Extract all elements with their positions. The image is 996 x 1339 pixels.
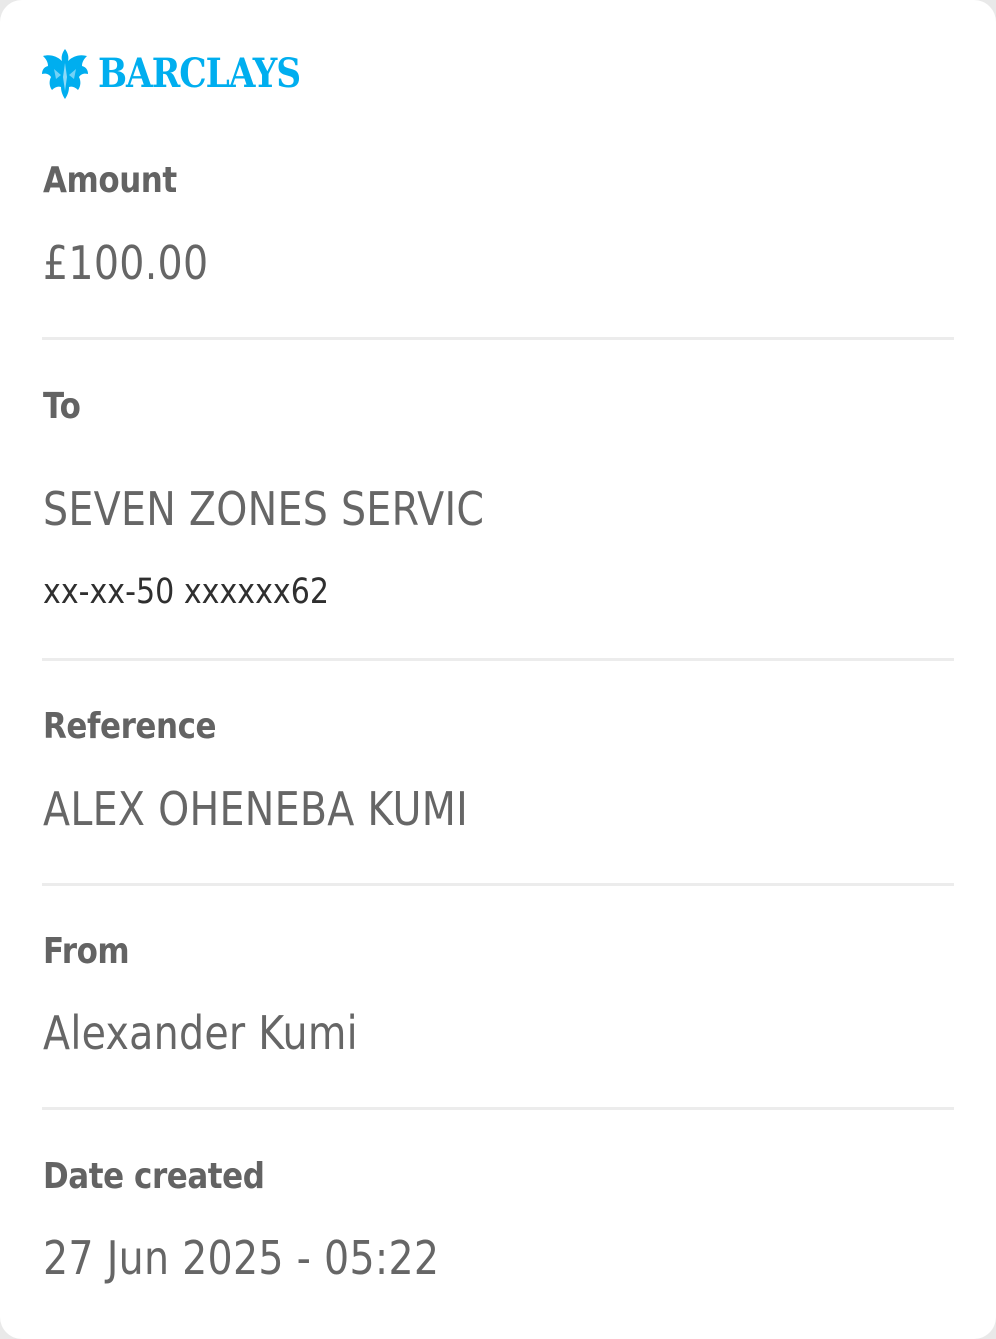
date-created-label: Date created xyxy=(43,1156,265,1197)
from-label: From xyxy=(43,931,130,972)
eagle-icon xyxy=(40,47,90,101)
brand-name: BARCLAYS xyxy=(98,50,301,97)
barclays-logo: BARCLAYS xyxy=(40,46,333,102)
payee-account-number: xx-xx-50 xxxxxx62 xyxy=(43,572,330,612)
divider xyxy=(42,337,954,340)
amount-label: Amount xyxy=(43,160,177,201)
amount-value: £100.00 xyxy=(43,236,209,290)
payment-details-card: BARCLAYS Amount £100.00 To SEVEN ZONES S… xyxy=(0,0,996,1339)
from-value: Alexander Kumi xyxy=(43,1006,358,1060)
divider xyxy=(42,883,954,886)
payee-name: SEVEN ZONES SERVIC xyxy=(43,482,485,536)
reference-label: Reference xyxy=(43,706,217,747)
divider xyxy=(42,658,954,661)
to-label: To xyxy=(43,386,81,427)
date-created-value: 27 Jun 2025 - 05:22 xyxy=(43,1231,440,1285)
divider xyxy=(42,1107,954,1110)
reference-value: ALEX OHENEBA KUMI xyxy=(43,782,469,836)
